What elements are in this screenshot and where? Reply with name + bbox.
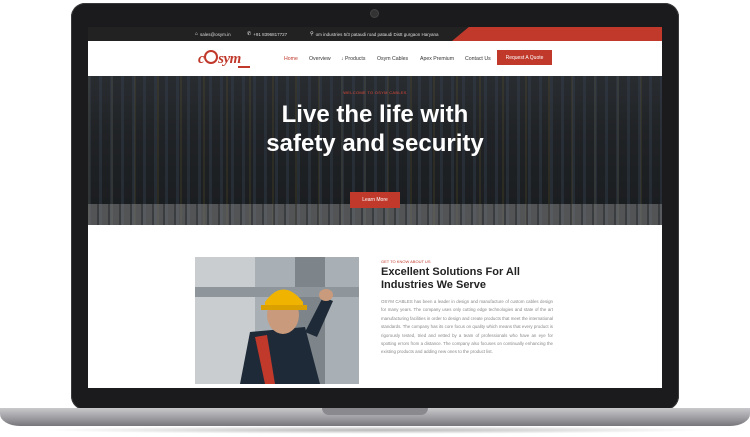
- logo-underline: [238, 66, 250, 68]
- topbar-phone[interactable]: ✆ +91 8396817727: [247, 31, 287, 37]
- request-quote-button[interactable]: Request A Quote: [497, 50, 552, 65]
- nav-products[interactable]: ↓ Products: [341, 56, 365, 62]
- hero-title-line-1: Live the life with: [281, 101, 469, 128]
- nav-overview[interactable]: Overview: [309, 56, 331, 62]
- hero-banner: WELCOME TO OSYM CABLES Live the life wit…: [88, 76, 662, 225]
- phone-text: +91 8396817727: [253, 31, 288, 37]
- top-bar-accent: [452, 27, 662, 41]
- hero-welcome-text: WELCOME TO OSYM CABLES: [343, 90, 407, 95]
- laptop-notch: [322, 408, 428, 415]
- nav-contact-us[interactable]: Contact Us: [465, 56, 491, 62]
- topbar-address: ⚲ om industries 5/3 pataudi road pataudi…: [310, 31, 439, 37]
- about-tagline: GET TO KNOW ABOUT US: [381, 259, 431, 264]
- about-worker-image: [195, 257, 359, 384]
- main-navbar: c sym Home Overview ↓ Products Osym Cable…: [88, 41, 662, 77]
- website-screen: ⌂ sales@osym.in ✆ +91 8396817727 ⚲ om in…: [88, 27, 662, 388]
- top-bar: ⌂ sales@osym.in ✆ +91 8396817727 ⚲ om in…: [88, 27, 662, 41]
- nav-osym-cables[interactable]: Osym Cables: [377, 56, 408, 62]
- address-text: om industries 5/3 pataudi road pataudi D…: [315, 31, 439, 37]
- about-paragraph: OSYM CABLES has been a leader in design …: [381, 299, 553, 355]
- laptop-mockup: ⌂ sales@osym.in ✆ +91 8396817727 ⚲ om in…: [0, 0, 750, 437]
- nav-products-label: Products: [344, 56, 366, 62]
- logo-text-right: sym: [218, 51, 241, 67]
- hero-title: Live the life with safety and security: [88, 100, 662, 158]
- laptop-shadow: [40, 426, 710, 434]
- email-text: sales@osym.in: [200, 31, 231, 37]
- home-icon: ⌂: [195, 31, 199, 37]
- location-pin-icon: ⚲: [310, 31, 314, 37]
- nav-home[interactable]: Home: [284, 56, 298, 62]
- chevron-down-icon: ↓: [341, 56, 344, 62]
- brand-logo[interactable]: c sym: [198, 50, 241, 68]
- logo-text-left: c: [198, 51, 205, 67]
- hero-title-line-2: safety and security: [266, 130, 484, 157]
- about-heading: Excellent Solutions For All Industries W…: [381, 266, 520, 291]
- learn-more-button[interactable]: Learn More: [350, 192, 400, 208]
- topbar-email[interactable]: ⌂ sales@osym.in: [195, 31, 231, 37]
- nav-apex-premium[interactable]: Apex Premium: [420, 56, 454, 62]
- webcam-icon: [371, 10, 378, 17]
- logo-ring-icon: [204, 50, 219, 64]
- phone-icon: ✆: [247, 31, 252, 37]
